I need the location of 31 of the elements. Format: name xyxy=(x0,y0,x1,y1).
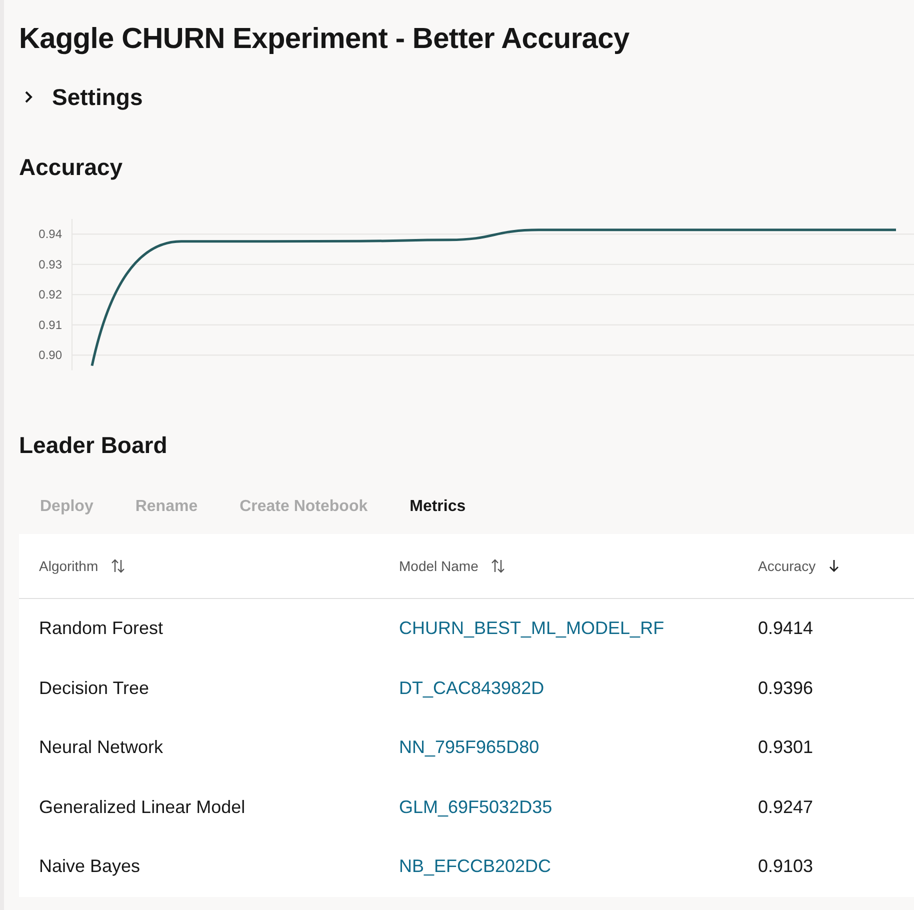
column-header[interactable]: Accuracy xyxy=(758,556,816,576)
table-cell: Generalized Linear Model xyxy=(39,796,246,817)
axis-tick-label: 0.92 xyxy=(38,288,62,302)
axis-tick-label: 0.90 xyxy=(38,348,62,362)
axis-tick-label: 0.93 xyxy=(38,257,62,272)
section-heading: Accuracy xyxy=(19,153,124,182)
sort-descending-icon[interactable] xyxy=(828,559,840,573)
sort-icon[interactable] xyxy=(490,559,506,573)
sort-icon[interactable] xyxy=(110,559,126,573)
table-cell: Random Forest xyxy=(39,618,164,638)
settings-toggle[interactable]: Settings xyxy=(22,82,143,112)
table-cell: Naive Bayes xyxy=(39,856,140,876)
page-title: Kaggle CHURN Experiment - Better Accuracy xyxy=(19,22,630,57)
table-cell: 0.9103 xyxy=(758,856,814,876)
section-heading: Leader Board xyxy=(19,431,168,460)
model-link[interactable]: NB_EFCCB202DC xyxy=(399,856,552,876)
model-link[interactable]: GLM_69F5032D35 xyxy=(399,796,552,817)
table-cell: Neural Network xyxy=(39,737,164,758)
model-link[interactable]: DT_CAC843982D xyxy=(399,678,544,698)
toolbar-button[interactable]: Metrics xyxy=(388,480,487,534)
table-cell: 0.9396 xyxy=(758,678,814,698)
table-cell: 0.9301 xyxy=(758,737,814,758)
table-cell: Decision Tree xyxy=(39,678,150,698)
table-cell: 0.9414 xyxy=(758,618,814,638)
axis-tick-label: 0.94 xyxy=(38,227,62,242)
model-link[interactable]: CHURN_BEST_ML_MODEL_RF xyxy=(399,618,664,638)
column-header[interactable]: Algorithm xyxy=(39,556,98,576)
table-cell: 0.9247 xyxy=(758,796,814,817)
model-link[interactable]: NN_795F965D80 xyxy=(399,737,540,758)
axis-tick-label: 0.91 xyxy=(38,318,62,332)
column-header[interactable]: Model Name xyxy=(399,556,478,576)
